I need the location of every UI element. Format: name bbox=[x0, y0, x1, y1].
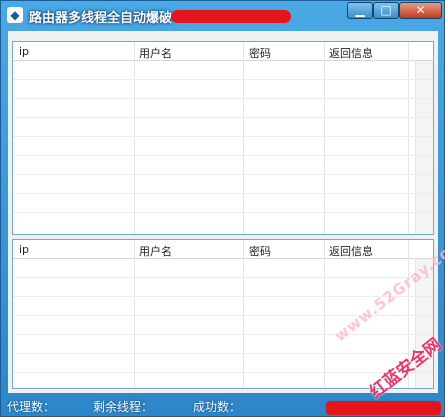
list-header: ip 用户名 密码 返回信息 bbox=[13, 42, 433, 61]
main-window: ◆ 路由器多线程全自动爆破 ▁ □ ✕ ip 用户名 密码 返回信息 ip 用户… bbox=[0, 0, 445, 417]
grid-row-line bbox=[13, 212, 433, 213]
column-password[interactable]: 密码 bbox=[249, 243, 271, 259]
grid-row-line bbox=[13, 353, 433, 354]
redaction-mark bbox=[171, 10, 291, 23]
column-response[interactable]: 返回信息 bbox=[329, 243, 373, 259]
grid-row-line bbox=[13, 98, 433, 99]
grid-row-line bbox=[13, 296, 433, 297]
column-response[interactable]: 返回信息 bbox=[329, 45, 373, 61]
column-divider bbox=[134, 240, 135, 388]
grid-row-line bbox=[13, 117, 433, 118]
client-area: ip 用户名 密码 返回信息 ip 用户名 密码 返回信息 bbox=[8, 31, 438, 393]
window-title: 路由器多线程全自动爆破 bbox=[29, 11, 173, 26]
list-header: ip 用户名 密码 返回信息 bbox=[13, 240, 433, 259]
column-divider bbox=[324, 240, 325, 388]
column-username[interactable]: 用户名 bbox=[139, 45, 172, 61]
grid-row-line bbox=[13, 79, 433, 80]
column-divider bbox=[324, 42, 325, 234]
column-username[interactable]: 用户名 bbox=[139, 243, 172, 259]
grid-row-line bbox=[13, 193, 433, 194]
threads-remaining-label: 剩余线程： bbox=[93, 400, 154, 414]
title-bar[interactable]: ◆ 路由器多线程全自动爆破 ▁ □ ✕ bbox=[1, 1, 444, 29]
close-button[interactable]: ✕ bbox=[399, 2, 442, 19]
column-divider bbox=[408, 42, 409, 234]
grid-row-line bbox=[13, 277, 433, 278]
column-password[interactable]: 密码 bbox=[249, 45, 271, 61]
grid-row-line bbox=[13, 334, 433, 335]
column-ip[interactable]: ip bbox=[19, 243, 29, 256]
grid-row-line bbox=[13, 155, 433, 156]
grid-row-line bbox=[13, 174, 433, 175]
maximize-button[interactable]: □ bbox=[373, 2, 399, 19]
app-logo-icon: ◆ bbox=[7, 7, 23, 23]
column-divider bbox=[243, 42, 244, 234]
redaction-mark bbox=[326, 401, 441, 415]
success-count-label: 成功数： bbox=[193, 400, 242, 414]
proxy-count-label: 代理数： bbox=[7, 400, 56, 414]
vertical-scrollbar[interactable] bbox=[415, 61, 433, 234]
grid-row-line bbox=[13, 136, 433, 137]
column-ip[interactable]: ip bbox=[19, 45, 29, 58]
minimize-button[interactable]: ▁ bbox=[347, 2, 373, 19]
column-divider bbox=[243, 240, 244, 388]
grid-row-line bbox=[13, 372, 433, 373]
results-list-top[interactable]: ip 用户名 密码 返回信息 bbox=[12, 41, 434, 235]
column-divider bbox=[134, 42, 135, 234]
